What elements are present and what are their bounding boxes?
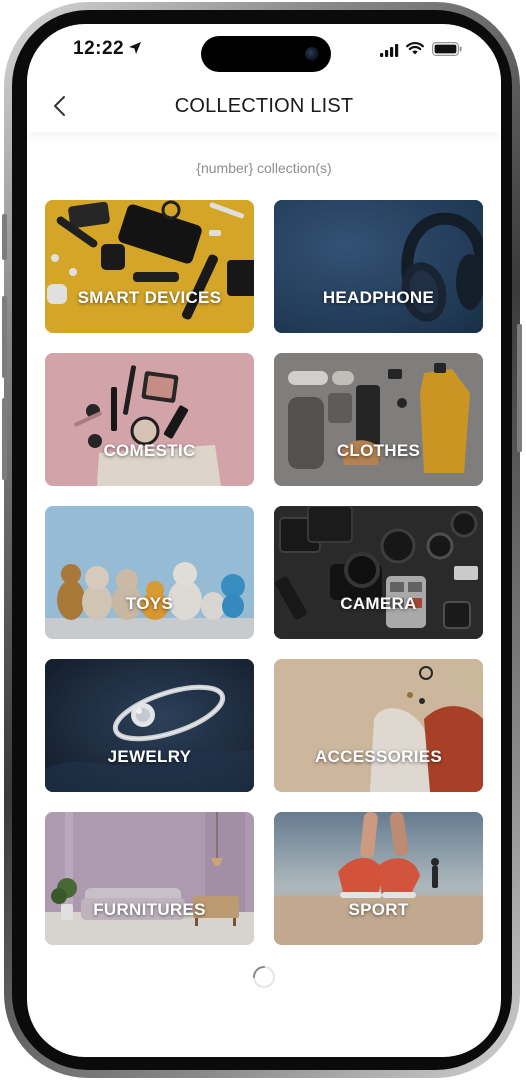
collection-label: CAMERA [340, 594, 417, 613]
volume-up-button [2, 296, 7, 378]
collection-label: JEWELRY [107, 747, 192, 766]
collection-card-clothes[interactable]: CLOTHES [274, 353, 483, 486]
cellular-signal-icon [380, 44, 399, 57]
loading-spinner-icon [253, 966, 275, 988]
accessories-photo [274, 659, 483, 792]
navigation-bar: COLLECTION LIST [27, 80, 501, 132]
location-arrow-icon [129, 42, 141, 54]
collection-label: SPORT [348, 900, 409, 919]
collection-label: COMESTIC [103, 441, 196, 460]
comestic-photo [45, 353, 254, 486]
page-title: COLLECTION LIST [174, 95, 354, 117]
camera-lens-icon [305, 47, 319, 61]
collection-label: CLOTHES [336, 441, 421, 460]
battery-icon [432, 42, 462, 56]
collection-card-smart-devices[interactable]: SMART DEVICES [45, 200, 254, 333]
mute-switch [2, 214, 7, 260]
headphone-photo [274, 200, 483, 333]
collection-card-toys[interactable]: TOYS [45, 506, 254, 639]
collection-label: SMART DEVICES [77, 288, 222, 307]
dynamic-island [201, 36, 331, 72]
sport-photo [274, 812, 483, 945]
collection-card-headphone[interactable]: HEADPHONE [274, 200, 483, 333]
collection-card-accessories[interactable]: ACCESSORIES [274, 659, 483, 792]
wifi-icon [406, 42, 424, 55]
furnitures-photo [45, 812, 254, 945]
power-button [517, 324, 522, 452]
collection-count: {number} collection(s) [196, 160, 332, 176]
collection-label: ACCESSORIES [314, 747, 443, 766]
smart-devices-photo [45, 200, 254, 333]
collection-label: HEADPHONE [322, 288, 435, 307]
collection-label: TOYS [125, 594, 174, 613]
collection-card-jewelry[interactable]: JEWELRY [45, 659, 254, 792]
jewelry-photo [45, 659, 254, 792]
collection-card-camera[interactable]: CAMERA [274, 506, 483, 639]
collection-card-sport[interactable]: SPORT [274, 812, 483, 945]
screen: 12:22 COLLECTION LIST {number} collectio… [27, 24, 501, 1057]
collection-grid: SMART DEVICES HEADPHONE COMESTIC CLOTHES… [45, 200, 483, 945]
volume-down-button [2, 398, 7, 480]
collection-label: FURNITURES [93, 900, 206, 919]
collection-card-furnitures[interactable]: FURNITURES [45, 812, 254, 945]
clothes-photo [274, 353, 483, 486]
status-time: 12:22 [73, 38, 125, 59]
status-bar: 12:22 [27, 24, 501, 76]
camera-photo [274, 506, 483, 639]
collection-card-comestic[interactable]: COMESTIC [45, 353, 254, 486]
toys-photo [45, 506, 254, 639]
